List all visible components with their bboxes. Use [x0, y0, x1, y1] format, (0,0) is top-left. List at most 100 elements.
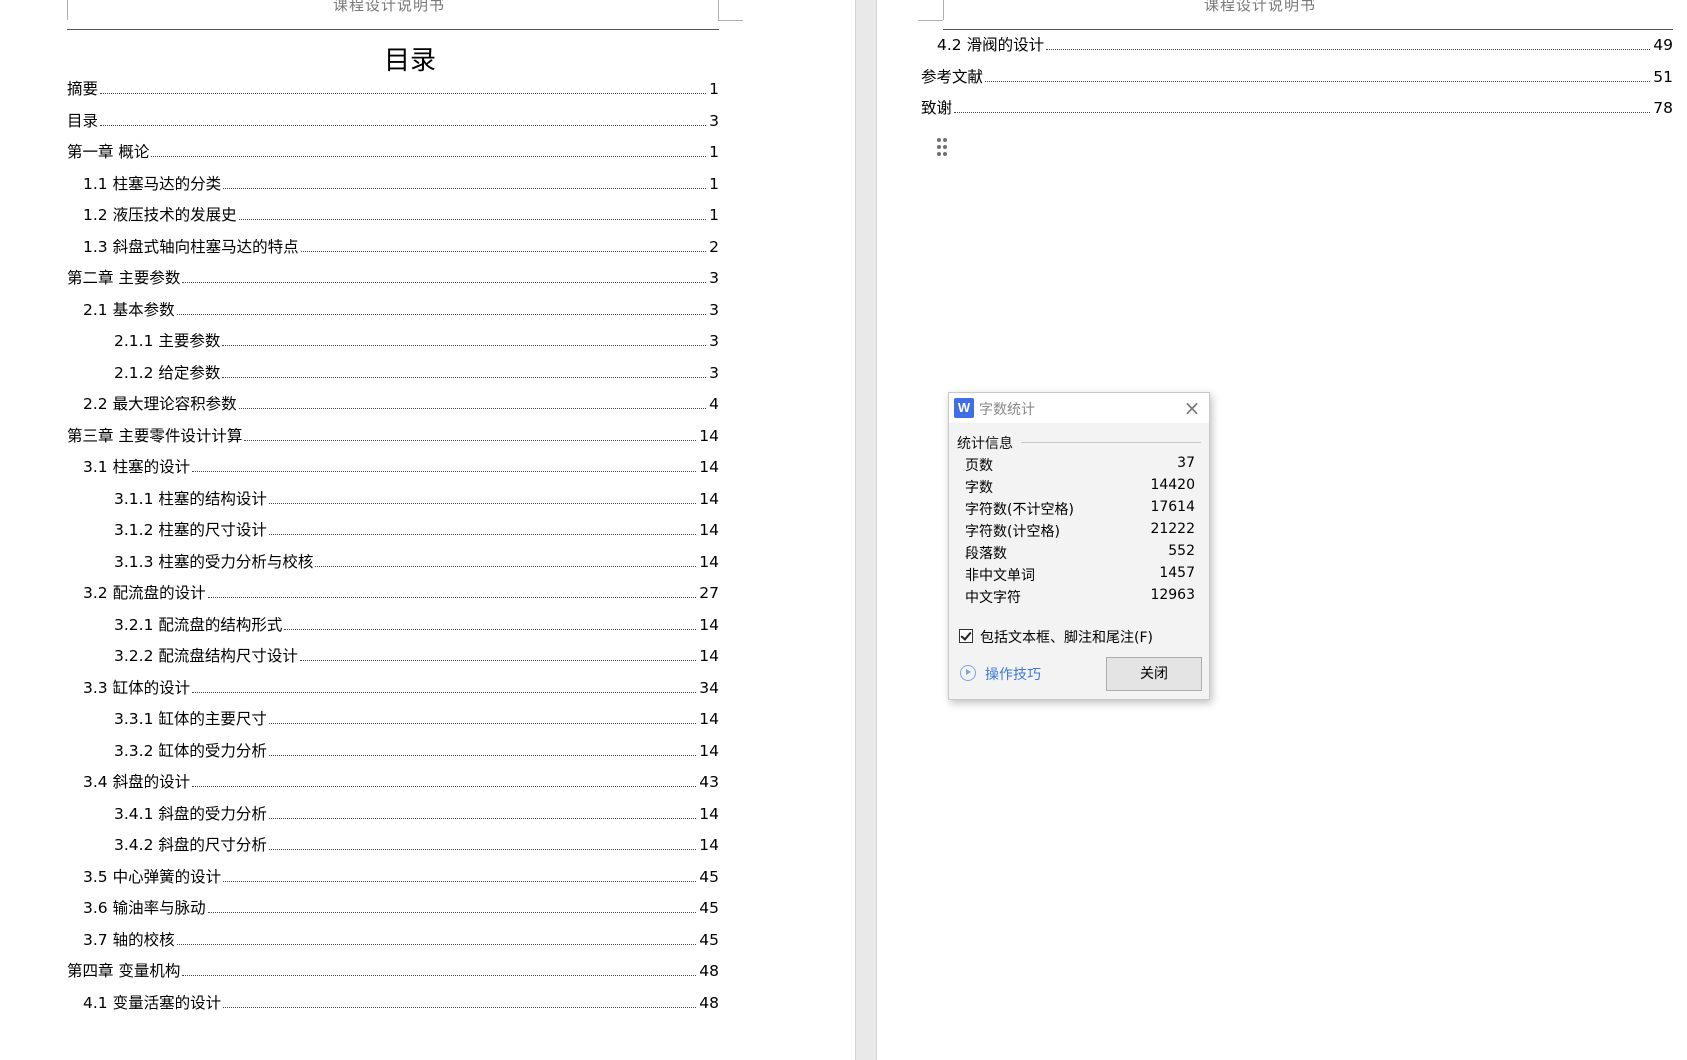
close-icon[interactable]: × [1182, 398, 1202, 418]
toc-entry-page: 48 [699, 993, 719, 1012]
stat-value: 17614 [1150, 499, 1195, 515]
toc-leader-dots [223, 880, 697, 882]
toc-entry-label: 3.2 配流盘的设计 [83, 584, 206, 602]
toc-leader-dots [223, 1006, 697, 1008]
toc-entry-label: 3.1.2 柱塞的尺寸设计 [114, 521, 267, 539]
close-button[interactable]: 关闭 [1106, 657, 1202, 691]
toc-entry-page: 3 [709, 269, 719, 287]
toc-entry[interactable]: 目录 3 [67, 105, 719, 131]
toc-leader-dots [954, 112, 1651, 113]
toc-entry-label: 1.3 斜盘式轴向柱塞马达的特点 [83, 237, 299, 256]
toc-entry[interactable]: 3.1.1 柱塞的结构设计 14 [114, 483, 719, 509]
toc-entry-page: 14 [699, 710, 719, 728]
stat-label: 非中文单词 [965, 568, 1035, 584]
toc-entry[interactable]: 1.3 斜盘式轴向柱塞马达的特点 2 [83, 231, 719, 257]
toc-entry[interactable]: 3.4 斜盘的设计 43 [83, 766, 719, 792]
toc-entry-page: 49 [1653, 36, 1673, 54]
toc-entry-page: 2 [709, 237, 719, 256]
toc-entry[interactable]: 3.1 柱塞的设计 14 [83, 451, 719, 477]
toc-entry-label: 2.1.2 给定参数 [114, 363, 221, 382]
toc-entry-label: 2.1.1 主要参数 [114, 332, 221, 350]
dialog-titlebar[interactable]: W 字数统计 × [949, 393, 1209, 423]
toc-entry-page: 45 [699, 867, 719, 886]
toc-entry-label: 目录 [67, 111, 99, 130]
toc-entry[interactable]: 3.1.2 柱塞的尺寸设计 14 [114, 514, 719, 540]
toc-entry-page: 14 [699, 552, 719, 571]
toc-entry-page: 43 [699, 773, 719, 791]
toc-entry-label: 3.4.1 斜盘的受力分析 [114, 804, 267, 823]
stat-row: 非中文单词 1457 [965, 565, 1195, 587]
toc-entry[interactable]: 第二章 主要参数 3 [67, 262, 719, 288]
stat-value: 37 [1177, 455, 1195, 471]
toc-entry-label: 3.1 柱塞的设计 [83, 458, 191, 476]
toc-entry[interactable]: 第四章 变量机构 48 [67, 955, 719, 981]
toc-entry[interactable]: 3.2 配流盘的设计 27 [83, 577, 719, 603]
toc-entry[interactable]: 3.6 输油率与脉动 45 [83, 892, 719, 918]
toc-entry[interactable]: 3.1.3 柱塞的受力分析与校核 14 [114, 546, 719, 572]
toc-leader-dots [222, 376, 707, 378]
toc-entry-page: 51 [1653, 67, 1673, 86]
toc-entry-label: 第二章 主要参数 [67, 269, 181, 287]
toc-entry-page: 14 [699, 741, 719, 760]
include-textbox-label[interactable]: 包括文本框、脚注和尾注(F) [980, 627, 1153, 647]
toc-entry[interactable]: 2.1.2 给定参数 3 [114, 357, 719, 383]
toc-entry-page: 14 [699, 426, 719, 445]
toc-entry[interactable]: 1.2 液压技术的发展史 1 [83, 199, 719, 225]
toc-entry-page: 1 [709, 206, 719, 224]
page-gutter [855, 0, 877, 1060]
toc-entry[interactable]: 4.1 变量活塞的设计 48 [83, 987, 719, 1013]
stat-label: 字符数(计空格) [965, 524, 1060, 540]
toc-entry[interactable]: 致谢 78 [921, 92, 1673, 118]
stat-value: 552 [1168, 543, 1195, 559]
toc-leader-dots [192, 471, 697, 472]
toc-entry-page: 1 [709, 80, 719, 98]
toc-leader-dots [223, 187, 707, 189]
drag-handle-icon[interactable] [937, 138, 949, 158]
toc-entry[interactable]: 参考文献 51 [921, 61, 1673, 87]
toc-entry-label: 3.2.2 配流盘结构尺寸设计 [114, 647, 298, 665]
toc-leader-dots [268, 502, 697, 504]
toc-entry[interactable]: 3.5 中心弹簧的设计 45 [83, 861, 719, 887]
include-textbox-checkbox[interactable] [959, 629, 973, 643]
stat-label: 字符数(不计空格) [965, 502, 1074, 518]
toc-entry-page: 27 [699, 584, 719, 602]
toc-entry[interactable]: 4.2 滑阀的设计 49 [937, 29, 1673, 55]
toc-entry-label: 致谢 [921, 99, 953, 117]
toc-entry[interactable]: 摘要 1 [67, 73, 719, 99]
toc-entry-page: 14 [699, 615, 719, 634]
toc-entry[interactable]: 2.1 基本参数 3 [83, 294, 719, 320]
toc-entry-label: 3.1.3 柱塞的受力分析与校核 [114, 552, 314, 571]
toc-entry[interactable]: 3.7 轴的校核 45 [83, 924, 719, 950]
toc-entry[interactable]: 3.4.1 斜盘的受力分析 14 [114, 798, 719, 824]
toc-title: 目录 [383, 46, 436, 76]
toc-entry[interactable]: 3.3 缸体的设计 34 [83, 672, 719, 698]
toc-entry[interactable]: 2.1.1 主要参数 3 [114, 325, 719, 351]
toc-entry[interactable]: 3.4.2 斜盘的尺寸分析 14 [114, 829, 719, 855]
toc-entry[interactable]: 3.3.2 缸体的受力分析 14 [114, 735, 719, 761]
toc-entry-label: 3.2.1 配流盘的结构形式 [114, 615, 283, 634]
page-header-title: 课程设计说明书 [333, 0, 446, 14]
toc-entry-page: 78 [1653, 99, 1673, 117]
toc-leader-dots [100, 93, 707, 94]
toc-leader-dots [268, 754, 697, 756]
toc-leader-dots [299, 660, 697, 661]
toc-entry[interactable]: 第三章 主要零件设计计算 14 [67, 420, 719, 446]
toc-entry[interactable]: 3.2.1 配流盘的结构形式 14 [114, 609, 719, 635]
toc-entry-page: 14 [699, 521, 719, 539]
toc-leader-dots [284, 628, 697, 630]
toc-entry-label: 第四章 变量机构 [67, 962, 181, 980]
toc-entry-page: 14 [699, 458, 719, 476]
toc-entry[interactable]: 第一章 概论 1 [67, 136, 719, 162]
page-corner-mark [718, 20, 743, 21]
toc-entry-page: 14 [699, 489, 719, 508]
toc-entry-page: 14 [699, 836, 719, 854]
toc-entry[interactable]: 3.2.2 配流盘结构尺寸设计 14 [114, 640, 719, 666]
tips-link[interactable]: 操作技巧 [985, 664, 1041, 684]
toc-entry[interactable]: 2.2 最大理论容积参数 4 [83, 388, 719, 414]
toc-entry[interactable]: 3.3.1 缸体的主要尺寸 14 [114, 703, 719, 729]
page-corner-mark [718, 0, 719, 20]
play-circle-icon[interactable] [960, 665, 976, 681]
toc-entry[interactable]: 1.1 柱塞马达的分类 1 [83, 168, 719, 194]
toc-entry-label: 3.4 斜盘的设计 [83, 773, 191, 791]
toc-entry-page: 3 [709, 300, 719, 319]
